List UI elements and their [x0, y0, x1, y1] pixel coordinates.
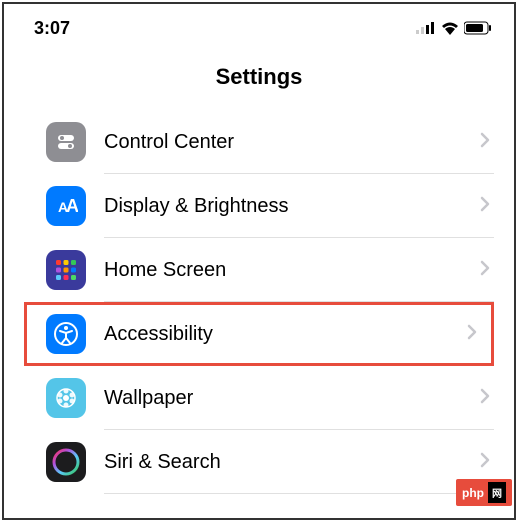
- cellular-signal-icon: [416, 22, 436, 34]
- chevron-right-icon: [480, 196, 490, 217]
- status-bar: 3:07: [4, 4, 514, 48]
- battery-icon: [464, 21, 492, 35]
- row-label: Home Screen: [104, 259, 480, 282]
- watermark: php 网: [456, 479, 512, 506]
- accessibility-icon: [46, 314, 86, 354]
- chevron-right-icon: [480, 132, 490, 153]
- svg-text:A: A: [66, 196, 78, 216]
- wifi-icon: [441, 21, 459, 35]
- row-siri-search[interactable]: Siri & Search: [4, 430, 514, 494]
- chevron-right-icon: [480, 452, 490, 473]
- home-screen-icon: [46, 250, 86, 290]
- row-control-center[interactable]: Control Center: [4, 110, 514, 174]
- settings-list: Control Center A A Display & Brightness: [4, 110, 514, 494]
- row-label: Display & Brightness: [104, 195, 480, 218]
- chevron-right-icon: [467, 324, 477, 345]
- watermark-text: php: [462, 486, 484, 500]
- row-label: Accessibility: [104, 323, 467, 346]
- siri-icon: [46, 442, 86, 482]
- display-icon: A A: [46, 186, 86, 226]
- status-time: 3:07: [34, 18, 70, 39]
- row-label: Wallpaper: [104, 387, 480, 410]
- row-wallpaper[interactable]: Wallpaper: [4, 366, 514, 430]
- chevron-right-icon: [480, 260, 490, 281]
- watermark-suffix: 网: [488, 482, 506, 503]
- row-label: Siri & Search: [104, 451, 480, 474]
- row-home-screen[interactable]: Home Screen: [4, 238, 514, 302]
- control-center-icon: [46, 122, 86, 162]
- page-title: Settings: [4, 64, 514, 90]
- row-accessibility[interactable]: Accessibility: [24, 302, 494, 366]
- header: Settings: [4, 48, 514, 110]
- status-icons: [416, 21, 492, 35]
- wallpaper-icon: [46, 378, 86, 418]
- row-display-brightness[interactable]: A A Display & Brightness: [4, 174, 514, 238]
- row-label: Control Center: [104, 131, 480, 154]
- chevron-right-icon: [480, 388, 490, 409]
